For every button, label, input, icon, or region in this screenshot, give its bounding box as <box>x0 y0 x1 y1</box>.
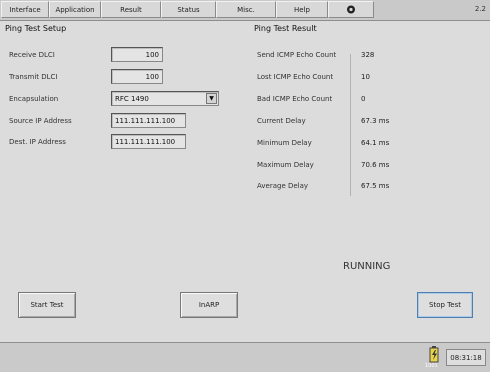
stop-test-button[interactable]: Stop Test <box>417 292 473 318</box>
tab-application[interactable]: Application <box>49 1 101 18</box>
battery-icon: 1001 <box>425 346 441 369</box>
maximum-delay-value: 70.6 ms <box>361 161 390 169</box>
bad-icmp-value: 0 <box>361 95 366 103</box>
send-icmp-value: 328 <box>361 51 375 59</box>
encapsulation-value: RFC 1490 <box>115 94 149 103</box>
inarp-button[interactable]: InARP <box>180 292 238 318</box>
lost-icmp-value: 10 <box>361 73 370 81</box>
tab-result[interactable]: Result <box>101 1 161 18</box>
average-delay-value: 67.5 ms <box>361 182 390 190</box>
result-divider <box>350 54 351 196</box>
dest-ip-field[interactable]: 111.111.111.100 <box>111 134 186 149</box>
setup-title: Ping Test Setup <box>5 24 67 33</box>
tab-misc[interactable]: Misc. <box>216 1 276 18</box>
clock: 08:31:18 <box>446 349 486 366</box>
dest-ip-label: Dest. IP Address <box>9 138 66 146</box>
transmit-dlci-field[interactable]: 100 <box>111 69 163 84</box>
minimum-delay-value: 64.1 ms <box>361 139 390 147</box>
camera-icon <box>347 5 355 14</box>
test-status-text: RUNNING <box>343 261 391 272</box>
source-ip-label: Source IP Address <box>9 117 72 125</box>
start-test-button[interactable]: Start Test <box>18 292 76 318</box>
receive-dlci-label: Receive DLCI <box>9 51 55 59</box>
chevron-down-icon[interactable]: ▼ <box>206 93 217 104</box>
maximum-delay-label: Maximum Delay <box>257 161 314 169</box>
tab-camera[interactable] <box>328 1 374 18</box>
battery-count: 1001 <box>425 363 438 369</box>
encapsulation-select[interactable]: RFC 1490 ▼ <box>111 91 219 106</box>
send-icmp-label: Send ICMP Echo Count <box>257 51 337 59</box>
version-label: 2.2 <box>474 5 486 13</box>
average-delay-label: Average Delay <box>257 182 309 190</box>
current-delay-value: 67.3 ms <box>361 117 390 125</box>
tab-interface[interactable]: Interface <box>1 1 49 18</box>
current-delay-label: Current Delay <box>257 117 306 125</box>
receive-dlci-field[interactable]: 100 <box>111 47 163 62</box>
lost-icmp-label: Lost ICMP Echo Count <box>257 73 334 81</box>
encapsulation-label: Encapsulation <box>9 95 59 103</box>
status-bar <box>0 342 490 372</box>
tab-help[interactable]: Help <box>276 1 328 18</box>
bad-icmp-label: Bad ICMP Echo Count <box>257 95 333 103</box>
minimum-delay-label: Minimum Delay <box>257 139 312 147</box>
tab-bar: Interface Application Result Status Misc… <box>0 0 490 21</box>
source-ip-field[interactable]: 111.111.111.100 <box>111 113 186 128</box>
transmit-dlci-label: Transmit DLCI <box>9 73 58 81</box>
tab-status[interactable]: Status <box>161 1 216 18</box>
result-title: Ping Test Result <box>254 24 317 33</box>
